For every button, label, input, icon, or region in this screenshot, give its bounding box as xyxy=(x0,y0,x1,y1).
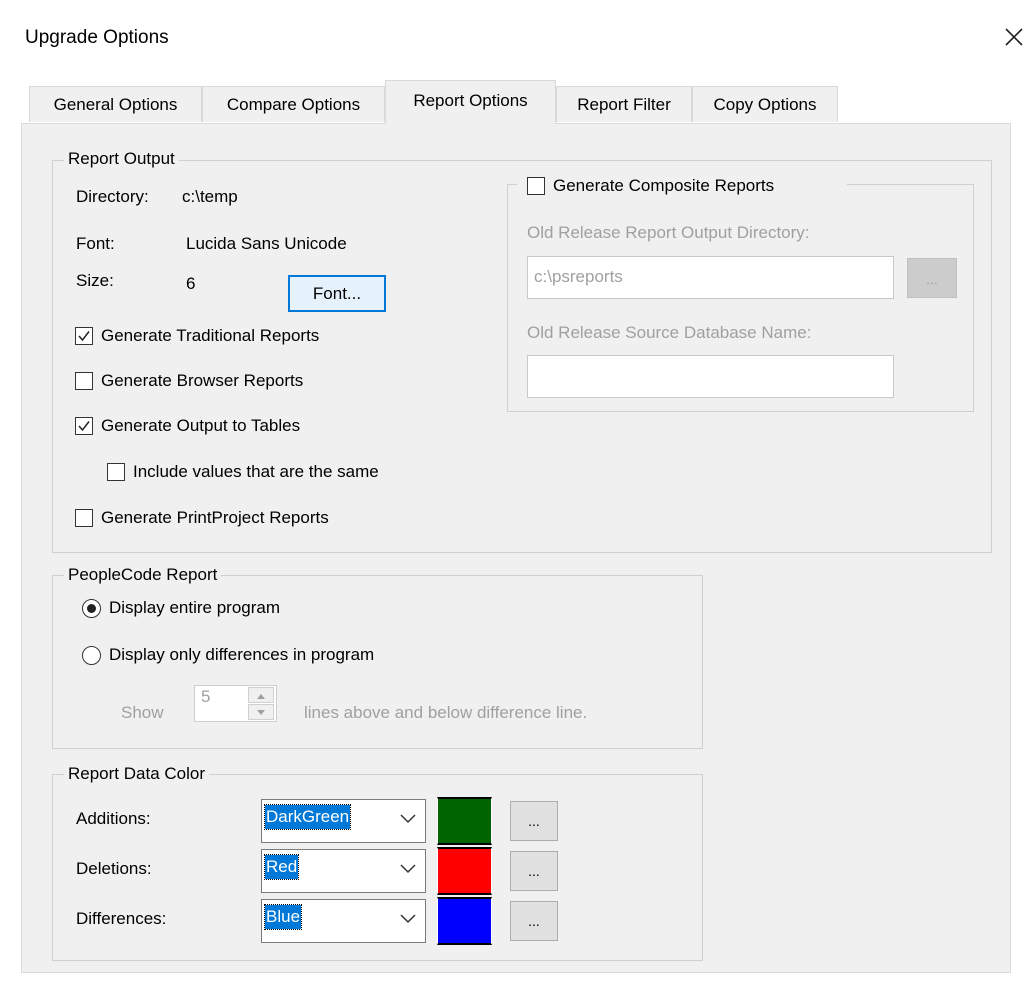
tab-compare-options[interactable]: Compare Options xyxy=(202,86,385,122)
stepper-down-icon[interactable] xyxy=(248,704,274,720)
old-dir-browse-button[interactable]: ... xyxy=(907,258,957,298)
differences-swatch xyxy=(437,897,492,945)
window-title: Upgrade Options xyxy=(25,27,169,48)
generate-composite-label: Generate Composite Reports xyxy=(553,176,775,195)
report-output-legend: Report Output xyxy=(64,148,179,170)
directory-value: c:\temp xyxy=(182,187,238,206)
include-same-checkbox[interactable] xyxy=(107,463,125,481)
deletions-select[interactable]: Red xyxy=(261,849,426,893)
differences-select[interactable]: Blue xyxy=(261,899,426,943)
additions-selected-value: DarkGreen xyxy=(263,804,352,830)
old-db-input[interactable] xyxy=(527,355,894,398)
include-same-label: Include values that are the same xyxy=(133,462,379,481)
tab-report-filter[interactable]: Report Filter xyxy=(556,86,692,122)
generate-tables-checkbox[interactable] xyxy=(75,417,93,435)
chevron-down-icon xyxy=(400,814,416,824)
additions-swatch xyxy=(437,797,492,845)
display-entire-radio[interactable] xyxy=(82,599,101,618)
old-dir-value: c:\psreports xyxy=(534,267,623,286)
generate-browser-label: Generate Browser Reports xyxy=(101,371,304,390)
font-value: Lucida Sans Unicode xyxy=(186,234,347,253)
show-lines-value: 5 xyxy=(201,687,211,706)
chevron-down-icon xyxy=(400,914,416,924)
tab-report-options[interactable]: Report Options xyxy=(385,80,556,124)
generate-browser-checkbox[interactable] xyxy=(75,372,93,390)
size-value: 6 xyxy=(186,274,196,293)
generate-tables-label: Generate Output to Tables xyxy=(101,416,301,435)
peoplecode-legend: PeopleCode Report xyxy=(64,564,222,586)
generate-traditional-checkbox[interactable] xyxy=(75,327,93,345)
old-dir-label: Old Release Report Output Directory: xyxy=(527,223,810,242)
generate-printproject-label: Generate PrintProject Reports xyxy=(101,508,329,527)
tab-general-options[interactable]: General Options xyxy=(29,86,202,122)
stepper-up-icon[interactable] xyxy=(248,687,274,703)
additions-color-button[interactable]: ... xyxy=(510,801,558,841)
size-label: Size: xyxy=(76,271,114,290)
report-data-color-legend: Report Data Color xyxy=(64,763,210,785)
show-label: Show xyxy=(121,703,164,722)
tab-copy-options[interactable]: Copy Options xyxy=(692,86,838,122)
deletions-selected-value: Red xyxy=(263,854,300,880)
generate-composite-checkbox[interactable] xyxy=(527,177,545,195)
display-diff-label: Display only differences in program xyxy=(109,645,375,664)
additions-select[interactable]: DarkGreen xyxy=(261,799,426,843)
generate-traditional-label: Generate Traditional Reports xyxy=(101,326,320,345)
old-db-label: Old Release Source Database Name: xyxy=(527,323,812,342)
display-entire-label: Display entire program xyxy=(109,598,281,617)
directory-label: Directory: xyxy=(76,187,149,206)
deletions-label: Deletions: xyxy=(76,859,152,878)
deletions-swatch xyxy=(437,847,492,895)
lines-label: lines above and below difference line. xyxy=(304,703,588,722)
close-icon[interactable] xyxy=(1003,26,1025,48)
differences-label: Differences: xyxy=(76,909,167,928)
chevron-down-icon xyxy=(400,864,416,874)
differences-color-button[interactable]: ... xyxy=(510,901,558,941)
show-lines-stepper[interactable]: 5 xyxy=(194,685,277,722)
deletions-color-button[interactable]: ... xyxy=(510,851,558,891)
old-dir-input[interactable]: c:\psreports xyxy=(527,256,894,299)
differences-selected-value: Blue xyxy=(263,904,303,930)
font-button[interactable]: Font... xyxy=(288,275,386,312)
generate-printproject-checkbox[interactable] xyxy=(75,509,93,527)
font-label: Font: xyxy=(76,234,115,253)
display-diff-radio[interactable] xyxy=(82,646,101,665)
additions-label: Additions: xyxy=(76,809,151,828)
